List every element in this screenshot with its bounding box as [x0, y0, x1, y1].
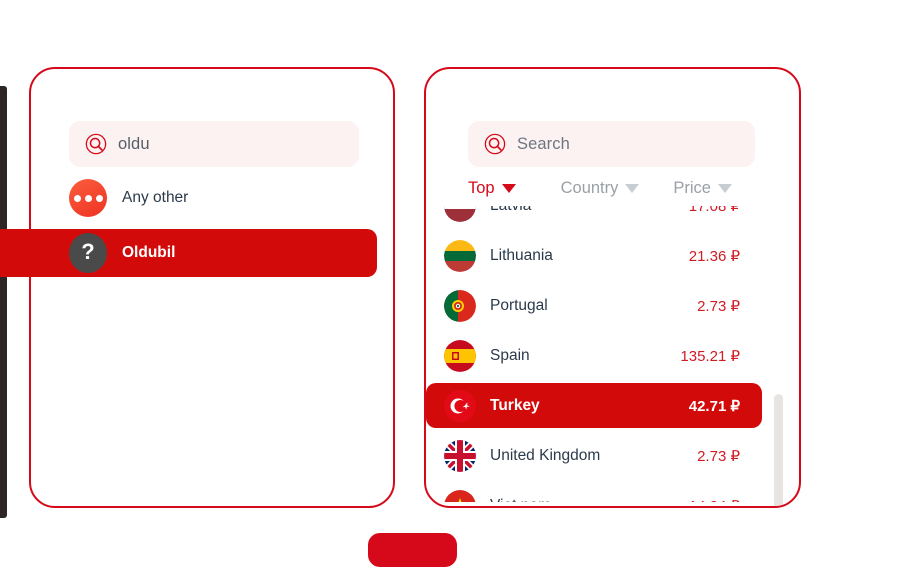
column-header-row: Top Country Price [468, 179, 732, 198]
column-header-country-label: Country [560, 179, 619, 197]
country-price: 42.71 ₽ [688, 397, 740, 415]
country-list-viewport: Latvia 17.08 ₽ Lithuania 21.36 ₽ [426, 206, 799, 502]
country-row[interactable]: Latvia 17.08 ₽ [426, 206, 762, 228]
bottom-action-button[interactable] [368, 533, 457, 567]
method-search-value: oldu [118, 134, 150, 153]
question-mark-avatar-icon: ? [69, 233, 107, 273]
column-header-price[interactable]: Price [673, 179, 732, 198]
country-price: 135.21 ₽ [680, 347, 740, 365]
country-name: Spain [490, 346, 530, 364]
method-row-any-other[interactable]: Any other [31, 174, 393, 222]
country-price: 17.08 ₽ [688, 206, 740, 215]
search-icon [484, 133, 506, 155]
flag-spain [444, 339, 476, 372]
column-header-price-label: Price [673, 179, 711, 197]
country-row[interactable]: Viet nam 14.24 ₽ [426, 483, 762, 502]
method-list: Any other ? Oldubil [0, 174, 393, 284]
country-name: United Kingdom [490, 446, 601, 464]
sort-caret-down-icon [625, 184, 640, 193]
country-name: Lithuania [490, 246, 553, 264]
column-header-top[interactable]: Top [468, 179, 516, 198]
country-price: 21.36 ₽ [688, 247, 740, 265]
sort-caret-down-icon [501, 184, 516, 193]
country-name: Viet nam [490, 497, 689, 503]
country-name: Portugal [490, 296, 548, 314]
method-label: Oldubil [122, 244, 176, 261]
country-price: 2.73 ₽ [697, 447, 740, 465]
country-search-field[interactable]: Search [468, 121, 755, 167]
flag-lithuania [444, 239, 476, 272]
country-list-scrollbar-thumb[interactable] [774, 394, 783, 506]
country-row[interactable]: Lithuania 21.36 ₽ [426, 233, 762, 278]
left-screen-edge-bar [0, 86, 7, 518]
country-row[interactable]: Portugal 2.73 ₽ [426, 283, 762, 328]
flag-latvia [444, 206, 476, 222]
country-row[interactable]: Spain 135.21 ₽ [426, 333, 762, 378]
flag-vietnam [444, 489, 476, 502]
country-price-panel: Search Top Country Price 17.08 ₽ Lithuan… [424, 67, 801, 508]
country-search-placeholder: Search [517, 134, 570, 153]
payment-method-panel: oldu Any other ? Oldubil [0, 67, 395, 508]
country-price: 2.73 ₽ [697, 297, 740, 315]
column-header-top-label: Top [468, 179, 495, 197]
sort-caret-down-icon [717, 184, 732, 193]
country-row-selected[interactable]: Turkey 42.71 ₽ [426, 383, 762, 428]
search-icon [85, 133, 107, 155]
flag-portugal [444, 289, 476, 322]
country-list: Latvia 17.08 ₽ Lithuania 21.36 ₽ [426, 206, 799, 502]
method-label: Any other [122, 189, 189, 206]
country-row[interactable]: United Kingdom 2.73 ₽ [426, 433, 762, 478]
flag-united-kingdom [444, 439, 476, 472]
method-row-oldubil[interactable]: ? Oldubil [0, 229, 377, 277]
country-name: Turkey [490, 396, 540, 414]
method-search-field[interactable]: oldu [69, 121, 359, 167]
ellipsis-avatar-icon [69, 179, 107, 217]
column-header-country[interactable]: Country [561, 179, 640, 198]
country-price: 14.24 ₽ [689, 497, 740, 503]
flag-turkey [444, 389, 476, 422]
country-name: Latvia [490, 206, 689, 215]
